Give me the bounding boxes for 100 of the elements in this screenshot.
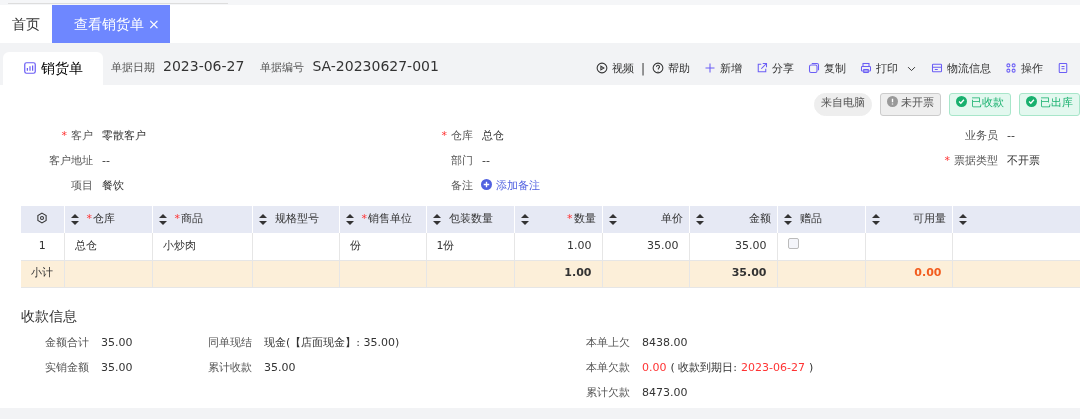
toolbar-button[interactable]: 打印 <box>857 60 920 78</box>
check-icon <box>1025 96 1037 107</box>
table-cell: 1.00 <box>514 260 602 287</box>
box-icon <box>931 61 943 74</box>
section-title: 收款信息 <box>21 306 78 326</box>
column-header[interactable]: 包装数量 <box>426 206 514 233</box>
status-tag: 来自电脑 <box>813 93 872 116</box>
field-label: 业务员 <box>965 128 998 145</box>
field-value: 35.00 <box>101 334 133 351</box>
field-label: 累计欠款 <box>585 384 630 401</box>
table-cell: 1.00 <box>514 233 602 260</box>
field-label: 票据类型 <box>954 153 998 170</box>
column-header[interactable]: 金额 <box>689 206 777 233</box>
field-label: 实销金额 <box>44 359 89 376</box>
status-tag: 已收款 <box>949 93 1011 116</box>
sort-icon[interactable] <box>608 214 617 225</box>
field-value: -- <box>1007 128 1015 145</box>
sort-icon[interactable] <box>520 214 529 225</box>
required-mark: * <box>361 212 367 226</box>
toolbar-button[interactable]: 视频 <box>592 60 637 78</box>
toolbar-button[interactable]: 分享 <box>753 60 797 78</box>
field-label: 客户地址 <box>49 153 93 170</box>
toolbar-button[interactable]: 操作 <box>1002 60 1046 78</box>
column-header[interactable]: *仓库 <box>64 206 152 233</box>
required-mark: * <box>86 212 92 226</box>
field-value: 0.00 ( 收款到期日: 2023-06-27 ) <box>642 359 814 376</box>
settings-cell[interactable] <box>21 206 64 233</box>
required-mark: * <box>61 128 67 145</box>
field-value: 不开票 <box>1007 153 1040 170</box>
column-header[interactable]: 赠品 <box>777 206 865 233</box>
table-cell: 总仓 <box>64 233 152 260</box>
table-cell: 35.00 <box>689 233 777 260</box>
plus-icon <box>481 179 492 191</box>
field-value: 总仓 <box>482 128 504 145</box>
sort-icon[interactable] <box>695 214 704 225</box>
sort-icon[interactable] <box>871 214 880 225</box>
table-cell: 小计 <box>21 260 64 287</box>
toolbar-button[interactable]: 帮助 <box>649 60 693 78</box>
checkbox[interactable] <box>787 238 799 249</box>
column-header[interactable]: 可用量 <box>865 206 952 233</box>
column-header[interactable]: *数量 <box>514 206 602 233</box>
field-label: 金额合计 <box>44 334 89 351</box>
play-icon <box>595 61 608 74</box>
column-header[interactable]: *商品 <box>152 206 252 233</box>
field-label: 仓库 <box>451 128 473 145</box>
toolbar-button[interactable]: 新增 <box>701 60 745 78</box>
alert-icon <box>886 96 898 107</box>
table-cell: 35.00 <box>602 233 689 260</box>
chart-icon <box>22 61 37 75</box>
sort-icon[interactable] <box>345 214 354 225</box>
sort-icon[interactable] <box>70 214 79 225</box>
table-cell: 份 <box>339 233 426 260</box>
field-label: 本单上欠 <box>585 334 630 351</box>
field-label: 部门 <box>451 153 473 170</box>
copy-icon <box>808 61 820 74</box>
field-value: 餐饮 <box>102 178 124 195</box>
sort-icon[interactable] <box>158 214 167 225</box>
field-label: 单据编号 <box>260 60 305 76</box>
column-header[interactable]: *销售单位 <box>339 206 426 233</box>
field-value: 8438.00 <box>642 334 688 351</box>
share-icon <box>756 61 768 74</box>
printer-icon <box>860 61 872 74</box>
field-label: 客户 <box>71 128 93 145</box>
sort-icon[interactable] <box>432 214 441 225</box>
field-value: 现金(【店面现金】: 35.00) <box>264 334 400 351</box>
check-icon <box>956 96 967 107</box>
field-label: 累计收款 <box>207 359 252 376</box>
field-value: 35.00 <box>264 359 296 376</box>
field-label: 本单欠款 <box>585 359 630 376</box>
table-cell: 35.00 <box>689 260 777 287</box>
toolbar-button[interactable]: 复制 <box>805 60 849 78</box>
required-mark: * <box>567 212 573 226</box>
status-tag: 未开票 <box>879 93 941 116</box>
plus-icon <box>704 61 716 74</box>
field-value: -- <box>482 153 490 170</box>
field-value: SA-20230627-001 <box>312 57 439 76</box>
settings-icon <box>36 212 49 225</box>
search-field[interactable] <box>8 0 228 4</box>
required-mark: * <box>174 212 180 226</box>
field-label: 备注 <box>451 178 473 195</box>
required-mark: * <box>441 128 447 145</box>
column-header[interactable]: 规格型号 <box>252 206 339 233</box>
document-tab[interactable]: 销货单 <box>3 52 103 85</box>
field-label: 项目 <box>71 178 93 195</box>
field-label: 单据日期 <box>111 60 155 76</box>
separator: | <box>640 61 645 78</box>
sort-icon[interactable] <box>958 214 967 225</box>
column-header[interactable]: 单价 <box>602 206 689 233</box>
field-value: 8473.00 <box>642 384 688 401</box>
sort-icon[interactable] <box>258 214 267 225</box>
sort-icon[interactable] <box>783 214 792 225</box>
table-cell: 0.00 <box>865 260 952 287</box>
status-tag: 已出库 <box>1018 93 1080 116</box>
field-value: 2023-06-27 <box>163 57 245 76</box>
table-cell: 1份 <box>426 233 514 260</box>
toolbar-button[interactable]: 物流信息 <box>928 60 994 78</box>
add-note-link[interactable]: 添加备注 <box>481 178 540 195</box>
table-cell: 小炒肉 <box>152 233 252 260</box>
field-value: 35.00 <box>101 359 133 376</box>
field-value: 零散客户 <box>102 128 146 145</box>
